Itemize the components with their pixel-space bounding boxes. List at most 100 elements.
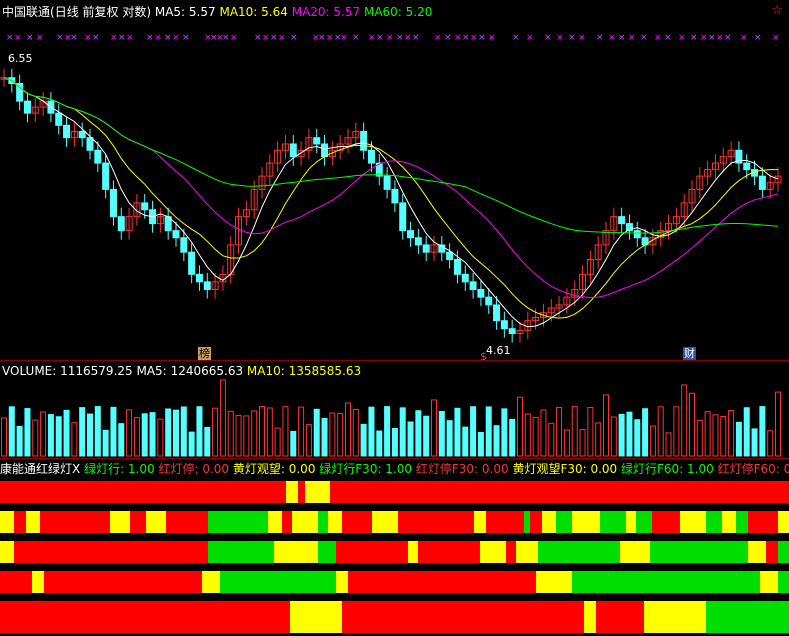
light-bar-composite [0,601,789,633]
candle-body [383,175,391,190]
volume-bar [251,410,258,457]
volume-bar [32,419,39,457]
light-segment [14,541,208,563]
x-mark: × [444,33,452,43]
x-mark: × [488,33,496,43]
x-mark: × [754,33,762,43]
x-mark: × [182,33,190,43]
light-segment [268,511,282,533]
volume-bar [548,422,555,457]
marker-bang[interactable]: 榜 [198,347,211,361]
x-mark: × [512,33,520,43]
volume-bar [477,431,484,457]
light-segment [305,481,330,503]
light-segment [584,601,596,633]
marker-cai[interactable]: 财 [683,347,696,361]
light-segment [0,601,290,633]
x-mark: × [454,33,462,43]
vol-ma5-value: 1240665.63 [170,364,244,378]
volume-bar [391,428,398,457]
x-mark: × [396,33,404,43]
light-segment [480,541,506,563]
x-mark: × [708,33,716,43]
x-mark: × [368,33,376,43]
candle-body [55,112,63,126]
volume-bar [556,406,563,457]
x-mark: × [578,33,586,43]
light-segment [342,601,584,633]
marker-s[interactable]: $ [480,350,487,364]
x-mark: × [608,33,616,43]
candle-body [446,251,454,260]
candle-body [407,230,415,239]
light-segment [600,511,626,533]
candle-body [180,237,188,253]
candle-body [172,230,180,239]
light-segment [372,511,398,533]
volume-bar [345,402,351,457]
x-mark: × [56,33,64,43]
volume-bar [665,432,672,457]
light-segment [766,541,778,563]
x-mark: × [326,33,334,43]
candle-body [493,304,501,322]
volume-bar [696,419,703,457]
light-segment [736,511,748,533]
light-segment [0,541,14,563]
x-mark: × [526,33,534,43]
volume-bar [235,414,242,457]
light-segment [336,571,348,593]
light-bar-f15 [0,511,789,533]
light-segment [14,511,26,533]
x-mark: × [254,33,262,43]
volume-bar [689,392,695,457]
vol-ma10-value: 1358585.63 [288,364,362,378]
volume-bar [540,409,547,457]
light-segment [644,601,706,633]
light-segment [722,511,736,533]
x-mark: × [724,33,732,43]
volume-bar [24,408,31,457]
light-segment [166,511,208,533]
light-segment [328,511,342,533]
light-segment [516,541,538,563]
volume-bar [313,408,320,457]
volume-bar [743,407,750,457]
candle-body [743,162,751,171]
light-segment [130,511,146,533]
vol-ma5-label: MA5: [136,364,167,378]
light-segment [486,511,524,533]
light-segment [650,541,748,563]
candle-body [391,188,399,204]
x-mark: × [478,33,486,43]
volume-bar [298,406,305,457]
volume-bar [16,425,23,457]
volume-bar [399,407,406,457]
x-mark: × [154,33,162,43]
light-segment [636,511,652,533]
x-mark: × [740,33,748,43]
volume-bar [579,429,586,457]
ma10-line [3,77,778,319]
x-mark: × [126,33,134,43]
volume-label: VOLUME: [2,364,57,378]
x-mark: × [376,33,384,43]
x-mark: × [70,33,78,43]
light-segment [44,571,202,593]
light-segment [110,511,130,533]
volume-bar [431,399,437,457]
panel-divider [0,360,789,361]
volume-bar [454,407,461,457]
x-mark: × [404,33,412,43]
x-mark: × [628,33,636,43]
volume-bar [259,405,265,457]
volume-bar [337,412,344,457]
light-segment [748,511,778,533]
volume-bar [524,413,531,457]
candle-body [414,237,422,246]
x-mark: × [690,33,698,43]
x-mark: × [386,33,394,43]
x-mark: × [556,33,564,43]
volume-bar [352,408,359,457]
light-segment [778,511,789,533]
